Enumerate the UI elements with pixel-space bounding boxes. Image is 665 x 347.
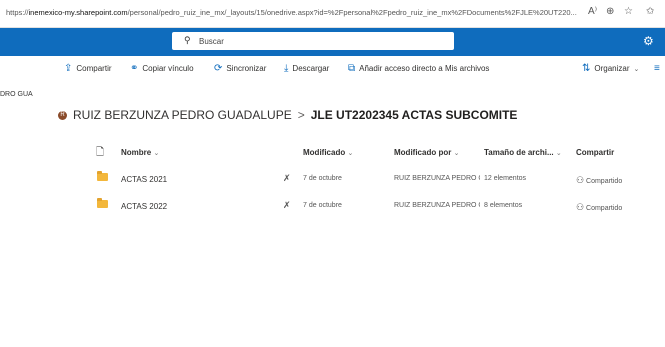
modified-by: RUIZ BERZUNZA PEDRO G	[394, 175, 480, 182]
folder-icon	[97, 198, 108, 208]
people-icon: ⚇	[576, 175, 585, 185]
search-placeholder: Buscar	[199, 37, 224, 46]
avatar: R	[58, 110, 67, 120]
copy-link-command[interactable]: ⚭ Copiar vínculo	[130, 63, 194, 74]
modified-date: 7 de octubre	[303, 202, 342, 209]
folder-icon	[97, 171, 108, 181]
table-row[interactable]: ACTAS 2022 ✗ 7 de octubre RUIZ BERZUNZA …	[0, 193, 665, 219]
share-icon: ⇪	[64, 63, 73, 74]
modified-date: 7 de octubre	[303, 175, 342, 182]
item-count: 8 elementos	[484, 202, 523, 209]
read-aloud-icon[interactable]: A⁾	[588, 6, 597, 17]
share-status: ⚇ Compartido	[576, 202, 623, 212]
collections-icon[interactable]: ✩	[646, 6, 654, 17]
column-header-name[interactable]: Nombre ⌄	[121, 148, 159, 157]
file-name[interactable]: ACTAS 2022	[121, 202, 167, 211]
breadcrumb-user[interactable]: RUIZ BERZUNZA PEDRO GUADALUPE	[73, 108, 292, 122]
shortcut-icon: ⧉	[348, 63, 356, 74]
organize-command[interactable]: ⇅ Organizar ⌄	[582, 63, 639, 74]
column-header-size[interactable]: Tamaño de archi... ⌄	[484, 148, 562, 157]
gear-icon[interactable]: ⚙	[643, 34, 654, 48]
sort-icon: ⇅	[582, 63, 591, 74]
file-type-icon[interactable]: 🗋	[96, 145, 104, 162]
page-title: JLE UT2202345 ACTAS SUBCOMITE	[310, 108, 518, 122]
sync-icon: ⟳	[214, 63, 223, 74]
people-icon: ⚇	[576, 202, 585, 212]
modified-by: RUIZ BERZUNZA PEDRO G	[394, 202, 480, 209]
item-count: 12 elementos	[484, 175, 527, 182]
share-status: ⚇ Compartido	[576, 175, 623, 185]
zoom-icon[interactable]: ⊕	[606, 6, 614, 17]
link-icon: ⚭	[130, 63, 139, 74]
column-header-modified-by[interactable]: Modificado por ⌄	[394, 148, 459, 157]
view-options-icon[interactable]: ≡	[654, 63, 660, 74]
column-header-share[interactable]: Compartir	[576, 148, 614, 157]
download-command[interactable]: ⤓ Descargar	[284, 63, 329, 74]
sync-status-icon: ✗	[283, 200, 291, 210]
sync-status-icon: ✗	[283, 173, 291, 183]
breadcrumb: R RUIZ BERZUNZA PEDRO GUADALUPE > JLE UT…	[58, 108, 517, 122]
breadcrumb-separator: >	[297, 108, 305, 122]
share-command[interactable]: ⇪ Compartir	[64, 63, 112, 74]
address-url[interactable]: https://inemexico-my.sharepoint.com/pers…	[6, 8, 586, 17]
add-shortcut-command[interactable]: ⧉ Añadir acceso directo a Mis archivos	[348, 63, 489, 74]
search-icon: ⚲	[184, 35, 191, 45]
favorites-icon[interactable]: ☆	[624, 6, 633, 17]
side-nav-text[interactable]: DRO GUA	[0, 91, 33, 98]
download-icon: ⤓	[284, 63, 289, 74]
sync-command[interactable]: ⟳ Sincronizar	[214, 63, 266, 74]
column-header-modified[interactable]: Modificado ⌄	[303, 148, 353, 157]
chevron-down-icon: ⌄	[633, 65, 640, 73]
file-name[interactable]: ACTAS 2021	[121, 175, 167, 184]
table-row[interactable]: ACTAS 2021 ✗ 7 de octubre RUIZ BERZUNZA …	[0, 166, 665, 192]
